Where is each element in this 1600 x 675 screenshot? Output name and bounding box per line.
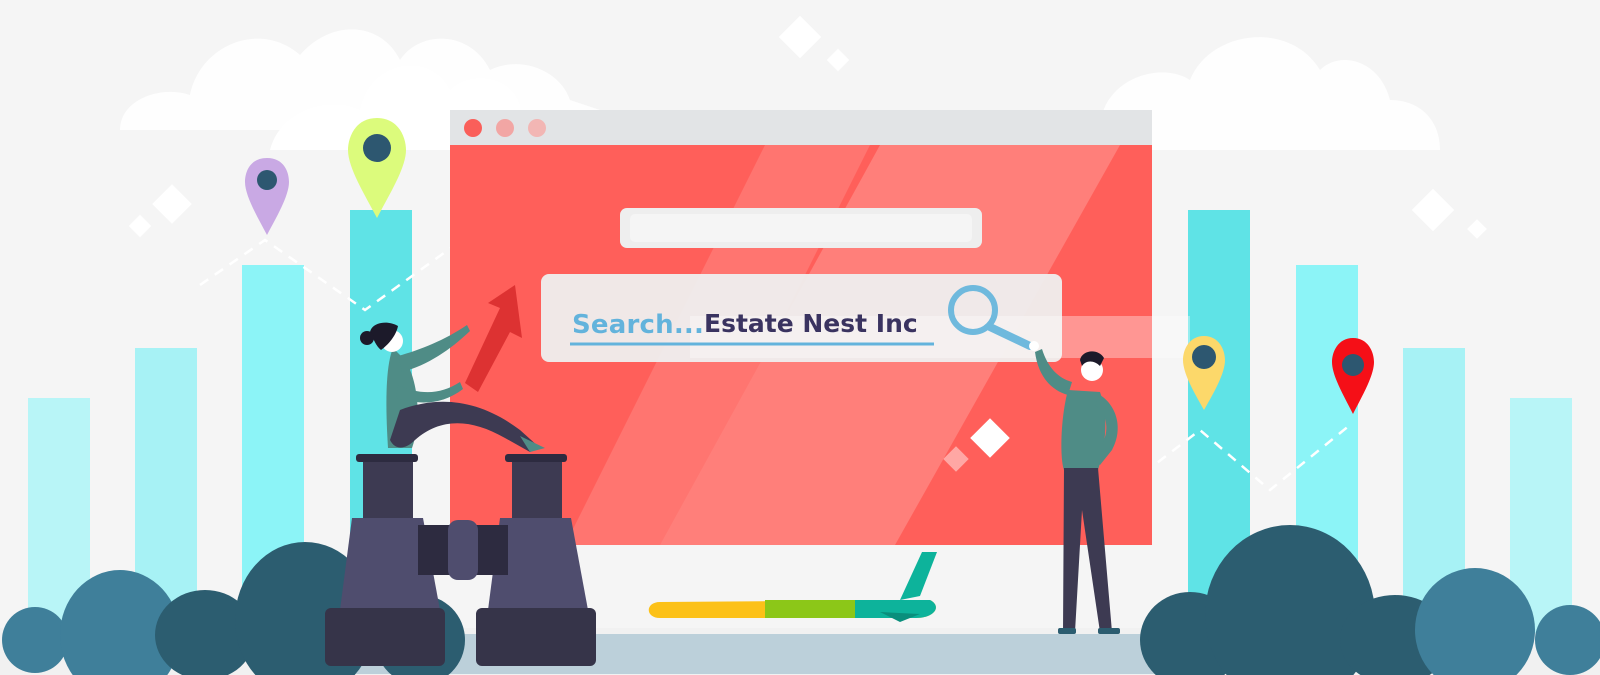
window-dot-min bbox=[496, 119, 514, 137]
illustration-scene: Search... Estate Nest Inc bbox=[0, 0, 1600, 675]
location-pin-icon bbox=[348, 118, 406, 218]
window-dot-close bbox=[464, 119, 482, 137]
airplane-icon bbox=[648, 552, 937, 622]
location-pin-icon bbox=[245, 158, 289, 235]
search-placeholder-text: Search... bbox=[572, 310, 705, 340]
search-query-text: Estate Nest Inc bbox=[704, 309, 918, 338]
window-dot-max bbox=[528, 119, 546, 137]
